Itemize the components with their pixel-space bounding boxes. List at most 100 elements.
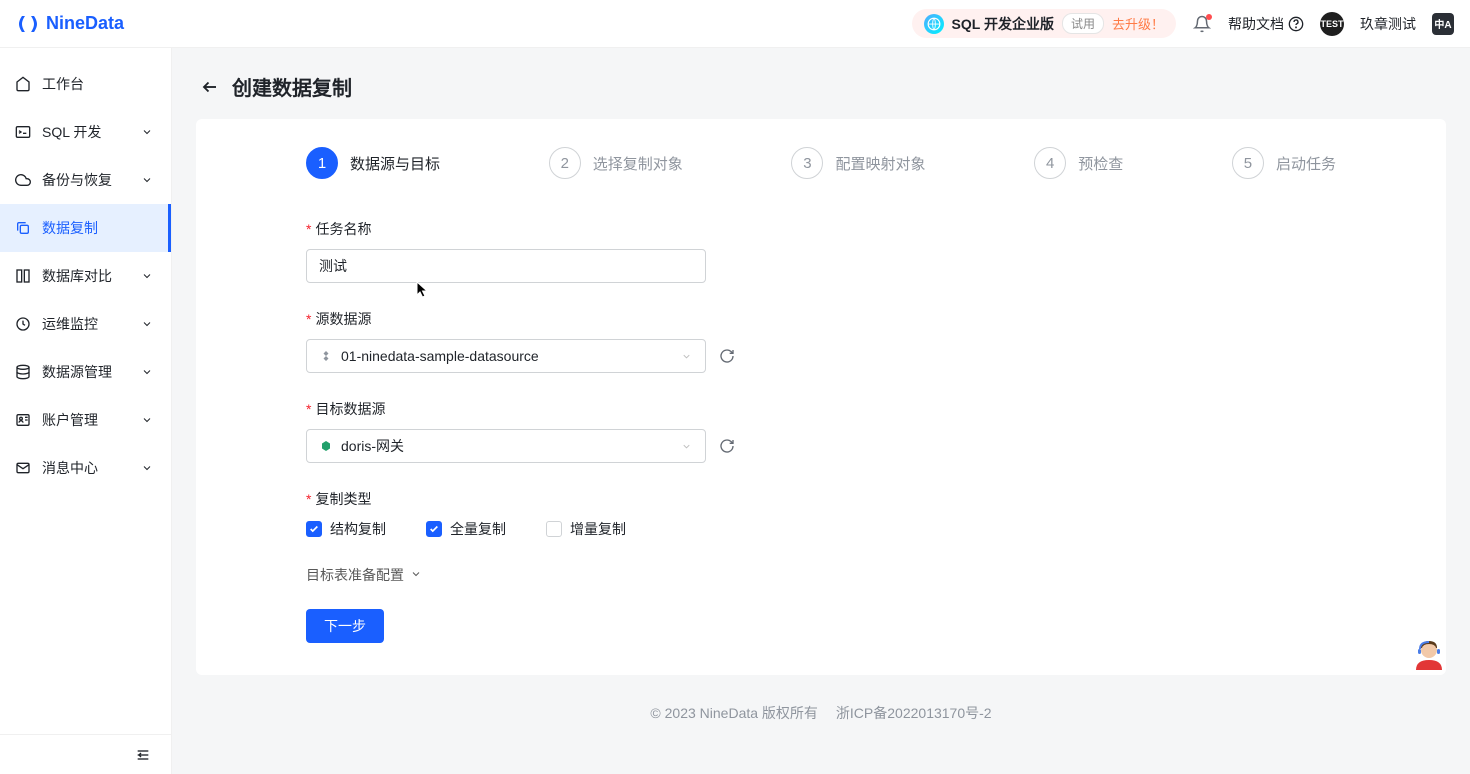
checkbox-input bbox=[306, 521, 322, 537]
chevron-down-icon bbox=[139, 172, 155, 188]
step-3: 3 配置映射对象 bbox=[791, 147, 925, 179]
notification-dot bbox=[1206, 14, 1212, 20]
sidebar-label: 运维监控 bbox=[42, 314, 129, 334]
copyright-text: © 2023 NineData 版权所有 bbox=[650, 703, 818, 723]
input-row: 01-ninedata-sample-datasource bbox=[306, 339, 1336, 373]
chevron-down-icon bbox=[139, 124, 155, 140]
select-value: 01-ninedata-sample-datasource bbox=[341, 348, 671, 364]
label-text: 目标数据源 bbox=[315, 399, 385, 419]
sidebar-item-workspace[interactable]: 工作台 bbox=[0, 60, 171, 108]
sidebar-item-message-center[interactable]: 消息中心 bbox=[0, 444, 171, 492]
compare-icon bbox=[14, 267, 32, 285]
sidebar-label: 账户管理 bbox=[42, 410, 129, 430]
checkbox-structure-copy[interactable]: 结构复制 bbox=[306, 519, 386, 539]
input-row: doris-网关 bbox=[306, 429, 1336, 463]
next-button[interactable]: 下一步 bbox=[306, 609, 384, 643]
checkbox-incremental-copy[interactable]: 增量复制 bbox=[546, 519, 626, 539]
chevron-down-icon bbox=[139, 268, 155, 284]
copy-icon bbox=[14, 219, 32, 237]
step-label: 选择复制对象 bbox=[593, 153, 683, 174]
form-label: * 目标数据源 bbox=[306, 399, 1336, 419]
label-text: 任务名称 bbox=[315, 219, 371, 239]
required-indicator: * bbox=[306, 221, 311, 237]
sidebar-item-backup[interactable]: 备份与恢复 bbox=[0, 156, 171, 204]
form-item-task-name: * 任务名称 bbox=[306, 219, 1336, 283]
sidebar: 工作台 SQL 开发 备份与恢复 数据复制 数据库对比 bbox=[0, 48, 172, 774]
user-icon bbox=[14, 411, 32, 429]
target-table-config-expand[interactable]: 目标表准备配置 bbox=[306, 565, 1336, 585]
upgrade-link[interactable]: 去升级！ bbox=[1112, 14, 1164, 33]
label-text: 复制类型 bbox=[315, 489, 371, 509]
source-datasource-select[interactable]: 01-ninedata-sample-datasource bbox=[306, 339, 706, 373]
step-2: 2 选择复制对象 bbox=[549, 147, 683, 179]
reload-target-icon[interactable] bbox=[718, 437, 736, 455]
sidebar-label: SQL 开发 bbox=[42, 122, 129, 142]
checkbox-row: 结构复制 全量复制 增量复制 bbox=[306, 519, 1336, 539]
checkbox-full-copy[interactable]: 全量复制 bbox=[426, 519, 506, 539]
header-right: SQL 开发企业版 试用 去升级！ 帮助文档 TEST 玖章测试 中A bbox=[912, 9, 1454, 38]
page-title: 创建数据复制 bbox=[232, 72, 352, 101]
brand-name: NineData bbox=[46, 13, 124, 34]
chevron-down-icon bbox=[679, 439, 693, 453]
user-avatar[interactable]: TEST bbox=[1320, 12, 1344, 36]
required-indicator: * bbox=[306, 491, 311, 507]
sidebar-item-db-compare[interactable]: 数据库对比 bbox=[0, 252, 171, 300]
sidebar-label: 消息中心 bbox=[42, 458, 129, 478]
reload-source-icon[interactable] bbox=[718, 347, 736, 365]
step-label: 配置映射对象 bbox=[835, 153, 925, 174]
logo-icon bbox=[16, 12, 40, 36]
trial-badge: 试用 bbox=[1062, 13, 1104, 34]
user-name[interactable]: 玖章测试 bbox=[1360, 14, 1416, 34]
chevron-down-icon bbox=[139, 460, 155, 476]
database-icon bbox=[14, 363, 32, 381]
notification-bell-icon[interactable] bbox=[1192, 14, 1212, 34]
form-label: * 任务名称 bbox=[306, 219, 1336, 239]
sidebar-item-data-replication[interactable]: 数据复制 bbox=[0, 204, 171, 252]
form-item-source: * 源数据源 01-ninedata-sample-datasource bbox=[306, 309, 1336, 373]
icp-text[interactable]: 浙ICP备2022013170号-2 bbox=[836, 703, 992, 723]
form-label: * 源数据源 bbox=[306, 309, 1336, 329]
globe-icon bbox=[924, 14, 944, 34]
back-arrow-icon[interactable] bbox=[200, 77, 220, 97]
step-4: 4 预检查 bbox=[1034, 147, 1123, 179]
brand-logo[interactable]: NineData bbox=[16, 12, 124, 36]
support-chat-button[interactable] bbox=[1410, 636, 1448, 674]
select-value: doris-网关 bbox=[341, 436, 671, 456]
sidebar-collapse-button[interactable] bbox=[0, 734, 171, 774]
step-1: 1 数据源与目标 bbox=[306, 147, 440, 179]
terminal-icon bbox=[14, 123, 32, 141]
page-footer: © 2023 NineData 版权所有 浙ICP备2022013170号-2 bbox=[172, 675, 1470, 733]
step-indicator: 1 数据源与目标 2 选择复制对象 3 配置映射对象 4 预检查 5 启动任 bbox=[306, 147, 1336, 179]
datasource-type-icon bbox=[319, 349, 333, 363]
home-icon bbox=[14, 75, 32, 93]
sidebar-menu: 工作台 SQL 开发 备份与恢复 数据复制 数据库对比 bbox=[0, 48, 171, 734]
sidebar-label: 工作台 bbox=[42, 74, 155, 94]
version-label: SQL 开发企业版 bbox=[952, 14, 1054, 34]
version-pill[interactable]: SQL 开发企业版 试用 去升级！ bbox=[912, 9, 1176, 38]
help-docs-link[interactable]: 帮助文档 bbox=[1228, 14, 1304, 34]
checkbox-input bbox=[426, 521, 442, 537]
step-5: 5 启动任务 bbox=[1232, 147, 1336, 179]
required-indicator: * bbox=[306, 401, 311, 417]
sidebar-label: 数据源管理 bbox=[42, 362, 129, 382]
required-indicator: * bbox=[306, 311, 311, 327]
task-name-input[interactable] bbox=[319, 258, 693, 274]
chevron-down-icon bbox=[410, 567, 422, 583]
target-datasource-select[interactable]: doris-网关 bbox=[306, 429, 706, 463]
datasource-type-icon bbox=[319, 439, 333, 453]
step-label: 启动任务 bbox=[1276, 153, 1336, 174]
page-header: 创建数据复制 bbox=[172, 48, 1470, 119]
checkbox-label: 结构复制 bbox=[330, 519, 386, 539]
sidebar-item-sql-dev[interactable]: SQL 开发 bbox=[0, 108, 171, 156]
chevron-down-icon bbox=[139, 364, 155, 380]
app-header: NineData SQL 开发企业版 试用 去升级！ 帮助文档 TEST 玖章测… bbox=[0, 0, 1470, 48]
sidebar-item-ops-monitor[interactable]: 运维监控 bbox=[0, 300, 171, 348]
sidebar-item-datasource-mgmt[interactable]: 数据源管理 bbox=[0, 348, 171, 396]
form-label: * 复制类型 bbox=[306, 489, 1336, 509]
chevron-down-icon bbox=[139, 316, 155, 332]
sidebar-label: 备份与恢复 bbox=[42, 170, 129, 190]
sidebar-item-account-mgmt[interactable]: 账户管理 bbox=[0, 396, 171, 444]
step-number: 4 bbox=[1034, 147, 1066, 179]
chevron-down-icon bbox=[679, 349, 693, 363]
language-switcher-icon[interactable]: 中A bbox=[1432, 13, 1454, 35]
